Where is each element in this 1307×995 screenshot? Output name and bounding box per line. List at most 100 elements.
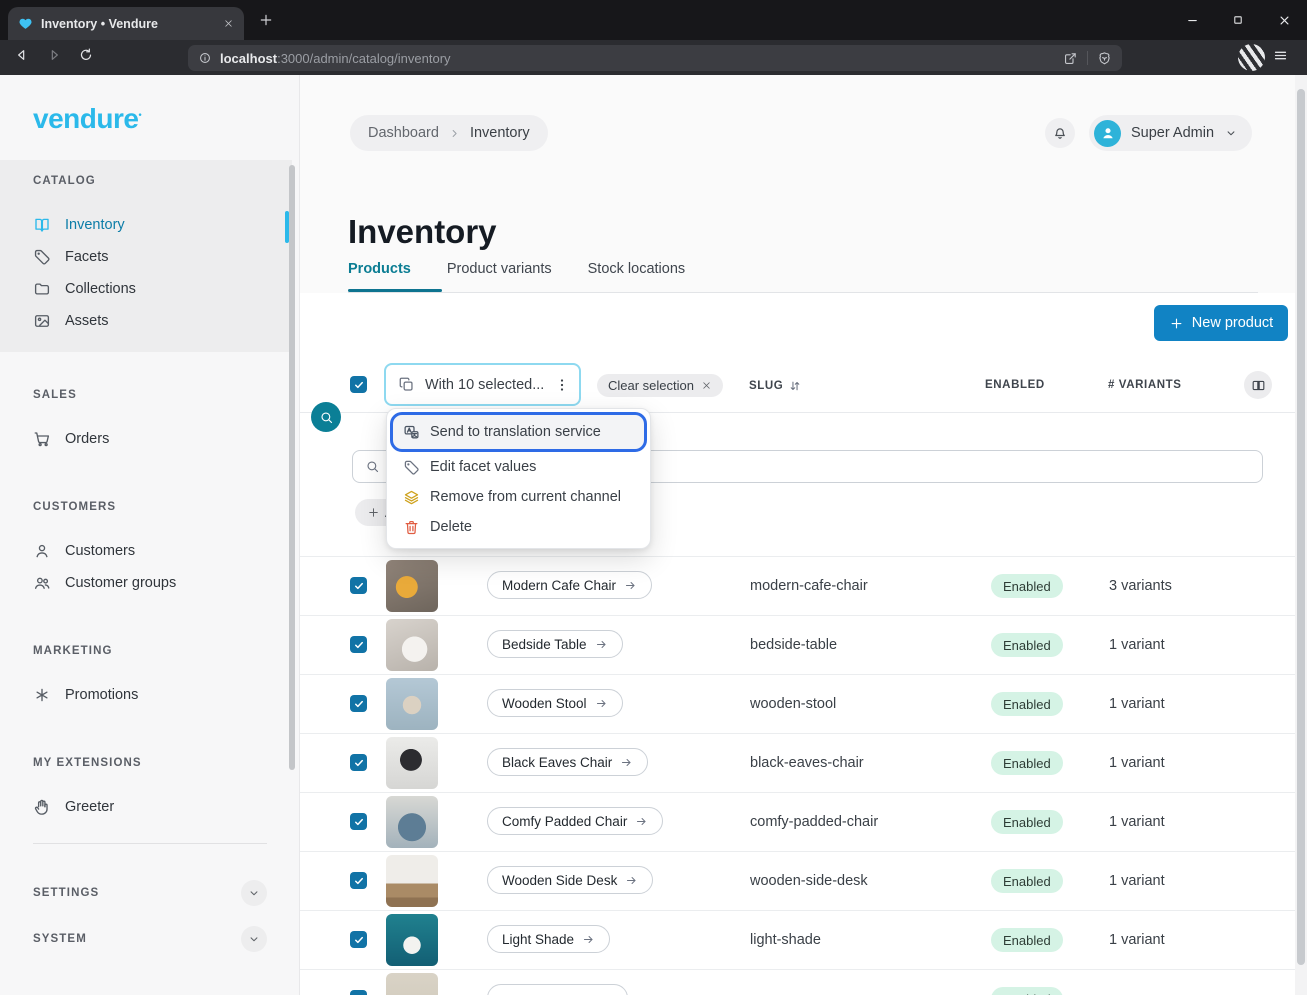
tab-close-icon[interactable] xyxy=(223,18,234,29)
row-checkbox[interactable] xyxy=(350,931,367,948)
translate-icon xyxy=(403,424,420,441)
bulk-actions-label: With 10 selected... xyxy=(425,377,544,393)
browser-menu-icon[interactable] xyxy=(1272,47,1289,64)
breadcrumb-inventory[interactable]: Inventory xyxy=(470,125,530,141)
nav-group-catalog: CATALOGInventoryFacetsCollectionsAssets xyxy=(0,160,292,352)
brave-shield-icon[interactable] xyxy=(1097,51,1112,66)
product-thumbnail[interactable] xyxy=(386,973,438,995)
product-name-link[interactable]: Wooden Stool xyxy=(487,689,623,717)
sidebar-item-greeter[interactable]: Greeter xyxy=(0,791,292,823)
menu-item-remove-from-current-channel[interactable]: Remove from current channel xyxy=(393,482,644,512)
sidebar-item-collections[interactable]: Collections xyxy=(0,273,292,305)
tab-products[interactable]: Products xyxy=(348,261,411,291)
sidebar-item-customer-groups[interactable]: Customer groups xyxy=(0,567,292,599)
bell-icon xyxy=(1052,125,1068,141)
product-thumbnail[interactable] xyxy=(386,855,438,907)
search-toggle-button[interactable] xyxy=(311,402,341,432)
browser-tab[interactable]: Inventory • Vendure xyxy=(8,7,244,40)
tab-bar-border xyxy=(348,292,1258,293)
menu-item-edit-facet-values[interactable]: Edit facet values xyxy=(393,452,644,482)
row-checkbox[interactable] xyxy=(350,695,367,712)
menu-item-send-to-translation-service[interactable]: Send to translation service xyxy=(393,415,644,449)
section-label: SYSTEM xyxy=(33,933,87,945)
row-checkbox[interactable] xyxy=(350,577,367,594)
layers-icon xyxy=(403,489,420,506)
nav-group-sales: SALESOrders xyxy=(0,374,292,455)
product-slug: comfy-padded-chair xyxy=(750,814,878,830)
new-product-button[interactable]: New product xyxy=(1154,305,1288,341)
book-icon xyxy=(33,216,51,234)
new-tab-button[interactable] xyxy=(258,12,274,28)
sidebar-item-inventory[interactable]: Inventory xyxy=(0,209,292,241)
sidebar-section-system[interactable]: SYSTEM xyxy=(0,921,292,957)
close-button[interactable] xyxy=(1261,0,1307,40)
notifications-button[interactable] xyxy=(1045,118,1075,148)
product-thumbnail[interactable] xyxy=(386,914,438,966)
check-icon xyxy=(353,816,365,828)
sidebar-item-orders[interactable]: Orders xyxy=(0,423,292,455)
sidebar-scrollbar[interactable] xyxy=(289,165,295,770)
user-menu[interactable]: Super Admin xyxy=(1089,115,1252,151)
sidebar-item-facets[interactable]: Facets xyxy=(0,241,292,273)
column-settings-button[interactable] xyxy=(1244,371,1272,399)
product-name-link[interactable]: Comfy Padded Chair xyxy=(487,807,663,835)
arrow-right-icon xyxy=(582,933,595,946)
check-icon xyxy=(353,698,365,710)
reload-button[interactable] xyxy=(78,47,94,63)
tab-product-variants[interactable]: Product variants xyxy=(447,261,552,291)
tab-stock-locations[interactable]: Stock locations xyxy=(588,261,686,291)
url-bar[interactable]: localhost:3000/admin/catalog/inventory xyxy=(188,45,1122,71)
clear-selection-chip[interactable]: Clear selection xyxy=(597,374,723,397)
expand-button[interactable] xyxy=(241,926,267,952)
page-scrollbar[interactable] xyxy=(1295,75,1307,995)
product-thumbnail[interactable] xyxy=(386,737,438,789)
product-name-link[interactable]: Wooden Side Desk xyxy=(487,866,653,894)
chevron-down-icon xyxy=(1224,126,1238,140)
product-name-link[interactable]: Light Shade xyxy=(487,925,610,953)
url-host: localhost xyxy=(220,51,277,66)
product-thumbnail[interactable] xyxy=(386,678,438,730)
maximize-button[interactable] xyxy=(1215,0,1261,40)
product-name-link[interactable]: Black Eaves Chair xyxy=(487,748,648,776)
row-checkbox[interactable] xyxy=(350,990,367,995)
column-header-slug[interactable]: SLUG xyxy=(749,379,802,393)
product-thumbnail[interactable] xyxy=(386,560,438,612)
row-checkbox[interactable] xyxy=(350,872,367,889)
row-checkbox[interactable] xyxy=(350,636,367,653)
product-name-link[interactable]: Modern Cafe Chair xyxy=(487,571,652,599)
share-icon[interactable] xyxy=(1063,51,1078,66)
scrollbar-thumb[interactable] xyxy=(1297,89,1305,965)
menu-item-label: Send to translation service xyxy=(430,424,601,440)
bulk-actions-button[interactable]: With 10 selected... xyxy=(384,363,581,406)
product-thumbnail[interactable] xyxy=(386,796,438,848)
variant-count: 1 variant xyxy=(1109,932,1165,948)
status-badge: Enabled xyxy=(991,869,1063,893)
product-name: Modern Cafe Chair xyxy=(502,578,616,593)
status-badge: Enabled xyxy=(991,692,1063,716)
select-all-checkbox[interactable] xyxy=(350,376,367,393)
site-info-icon[interactable] xyxy=(198,51,212,65)
breadcrumb[interactable]: Dashboard Inventory xyxy=(350,115,548,151)
sidebar-item-assets[interactable]: Assets xyxy=(0,305,292,337)
status-badge: Enabled xyxy=(991,928,1063,952)
table-row: Black Eaves Chairblack-eaves-chairEnable… xyxy=(300,733,1295,792)
product-name-link[interactable] xyxy=(487,984,628,995)
sidebar-section-settings[interactable]: SETTINGS xyxy=(0,875,292,911)
tag-icon xyxy=(33,248,51,266)
product-thumbnail[interactable] xyxy=(386,619,438,671)
row-checkbox[interactable] xyxy=(350,813,367,830)
breadcrumb-dashboard[interactable]: Dashboard xyxy=(368,125,439,141)
menu-item-delete[interactable]: Delete xyxy=(393,512,644,542)
minimize-button[interactable] xyxy=(1169,0,1215,40)
table-row: Modern Cafe Chairmodern-cafe-chairEnable… xyxy=(300,556,1295,615)
back-button[interactable] xyxy=(14,47,30,63)
browser-profile-avatar[interactable] xyxy=(1238,44,1265,71)
product-name-link[interactable]: Bedside Table xyxy=(487,630,623,658)
sidebar-item-customers[interactable]: Customers xyxy=(0,535,292,567)
sidebar-item-promotions[interactable]: Promotions xyxy=(0,679,292,711)
forward-button[interactable] xyxy=(46,47,62,63)
main-content: Dashboard Inventory Super Admin Inventor… xyxy=(300,75,1307,995)
arrow-right-icon xyxy=(624,579,637,592)
expand-button[interactable] xyxy=(241,880,267,906)
row-checkbox[interactable] xyxy=(350,754,367,771)
